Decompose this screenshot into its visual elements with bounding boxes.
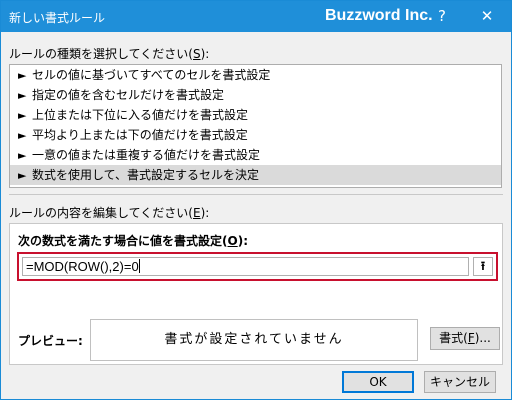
ok-button[interactable]: OK: [342, 371, 414, 393]
brand-label: Buzzword Inc.: [325, 7, 433, 24]
rule-edit-label: ルールの内容を編集してください(E):: [9, 206, 210, 220]
list-item[interactable]: ► 一意の値または重複する値だけを書式設定: [10, 145, 501, 165]
close-button[interactable]: ✕: [476, 5, 498, 27]
list-item[interactable]: ► 指定の値を含むセルだけを書式設定: [10, 85, 501, 105]
arrow-icon: ►: [18, 69, 27, 82]
dialog-title: 新しい書式ルール: [9, 11, 106, 25]
list-item[interactable]: ► セルの値に基づいてすべてのセルを書式設定: [10, 65, 501, 85]
arrow-icon: ►: [18, 109, 27, 122]
list-item[interactable]: ► 平均より上または下の値だけを書式設定: [10, 125, 501, 145]
collapse-dialog-button[interactable]: ⭱: [473, 257, 493, 276]
help-button[interactable]: ?: [431, 5, 453, 27]
text-caret: [138, 259, 140, 273]
rule-edit-group: 次の数式を満たす場合に値を書式設定(O): =MOD(ROW(),2)=0 ⭱ …: [9, 223, 503, 365]
formula-input[interactable]: =MOD(ROW(),2)=0: [22, 257, 469, 276]
formula-highlight-box: =MOD(ROW(),2)=0 ⭱: [17, 252, 498, 281]
formula-label: 次の数式を満たす場合に値を書式設定(O):: [18, 234, 248, 248]
rule-type-label: ルールの種類を選択してください(S):: [9, 47, 210, 61]
arrow-icon: ►: [18, 89, 27, 102]
divider: [9, 194, 503, 195]
arrow-icon: ►: [18, 169, 27, 182]
preview-label: プレビュー:: [18, 334, 83, 348]
list-item-selected[interactable]: ► 数式を使用して、書式設定するセルを決定: [10, 165, 501, 185]
preview-box: 書式が設定されていません: [90, 319, 418, 361]
arrow-icon: ►: [18, 129, 27, 142]
rule-type-list[interactable]: ► セルの値に基づいてすべてのセルを書式設定 ► 指定の値を含むセルだけを書式設定 …: [9, 64, 502, 188]
new-formatting-rule-dialog: 新しい書式ルール Buzzword Inc. ? ✕ ルールの種類を選択してくだ…: [0, 0, 512, 400]
arrow-icon: ►: [18, 149, 27, 162]
title-bar[interactable]: 新しい書式ルール Buzzword Inc. ? ✕: [1, 1, 511, 32]
cancel-button[interactable]: キャンセル: [424, 371, 496, 393]
format-button[interactable]: 書式(F)...: [430, 327, 500, 350]
list-item[interactable]: ► 上位または下位に入る値だけを書式設定: [10, 105, 501, 125]
